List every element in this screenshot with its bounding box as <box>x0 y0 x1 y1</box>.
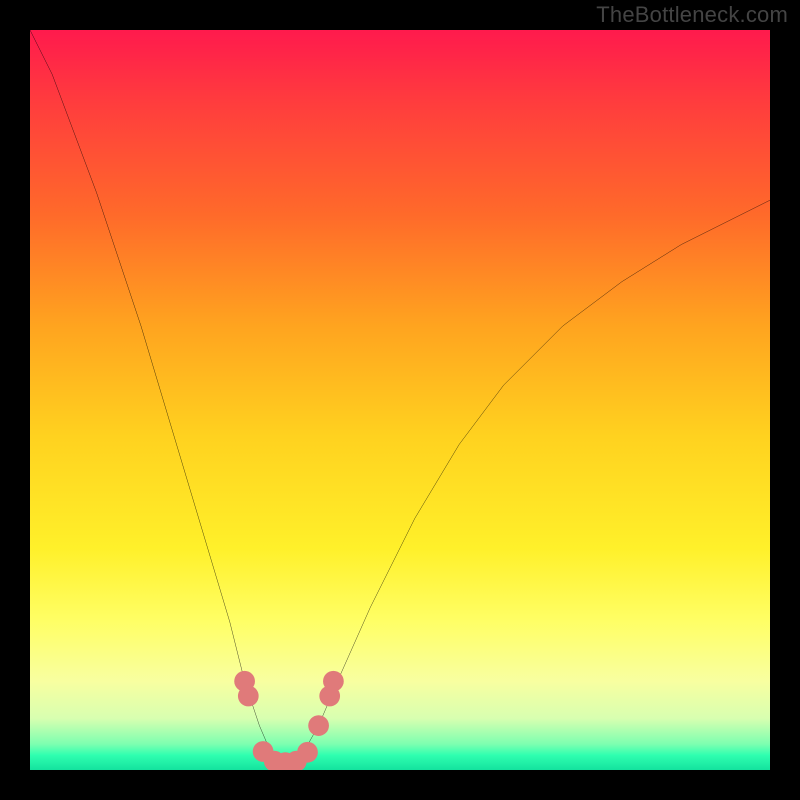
watermark-text: TheBottleneck.com <box>596 2 788 28</box>
marker-dots <box>234 671 344 770</box>
chart-frame: TheBottleneck.com <box>0 0 800 800</box>
bottleneck-curve <box>30 30 770 763</box>
marker-dot <box>297 742 318 763</box>
curve-layer <box>30 30 770 770</box>
marker-dot <box>238 686 259 707</box>
plot-area <box>30 30 770 770</box>
marker-dot <box>323 671 344 692</box>
marker-dot <box>308 715 329 736</box>
